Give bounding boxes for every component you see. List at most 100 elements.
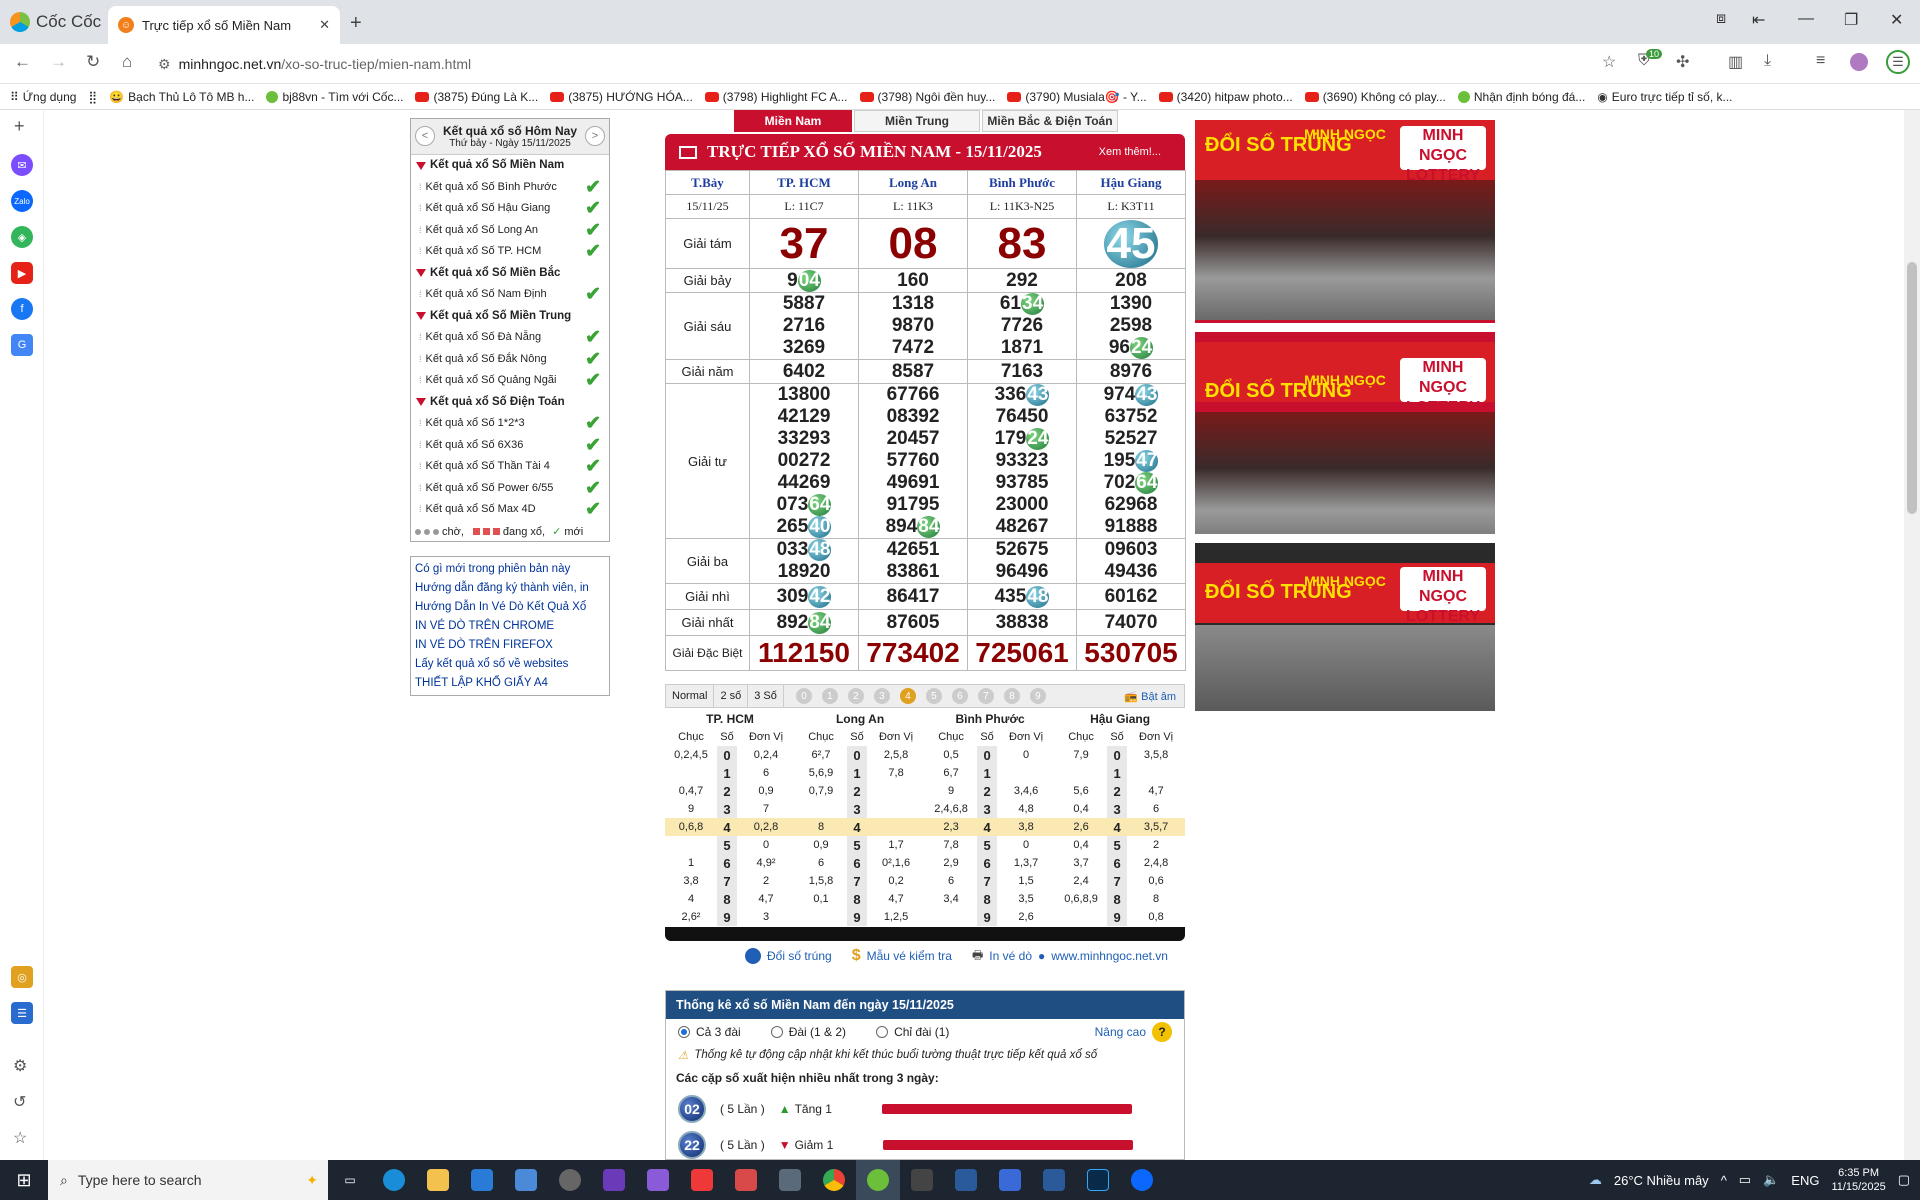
menu-item[interactable]: ⁞ Kết quả xổ Số Power 6/55 ✔: [411, 478, 609, 500]
menu-item[interactable]: ⁞ Kết quả xổ Số Max 4D ✔: [411, 499, 609, 521]
info-link[interactable]: Hướng Dẫn In Vé Dò Kết Quả Xổ: [415, 598, 605, 617]
restore-icon[interactable]: ❐: [1844, 10, 1858, 30]
photoshop-icon[interactable]: [1076, 1160, 1120, 1200]
minimize-icon[interactable]: —: [1798, 10, 1814, 28]
menu-item[interactable]: ⁞ Kết quả xổ Số Long An ✔: [411, 220, 609, 242]
download-icon[interactable]: ⤓: [1764, 52, 1771, 70]
digit-9-button[interactable]: 9: [1029, 688, 1046, 704]
app-icon[interactable]: [592, 1160, 636, 1200]
app-icon[interactable]: [1032, 1160, 1076, 1200]
split-view-icon[interactable]: ▥: [1728, 52, 1743, 72]
windows-start-icon[interactable]: ⊞: [0, 1170, 48, 1191]
digit-4-button[interactable]: 4: [899, 688, 916, 704]
menu-item[interactable]: ⁞ Kết quả xổ Số Thần Tài 4 ✔: [411, 456, 609, 478]
bookmark-item[interactable]: (3798) Ngôi đền huy...: [859, 90, 995, 104]
prev-day-icon[interactable]: <: [415, 126, 435, 146]
digit-8-button[interactable]: 8: [1003, 688, 1020, 704]
wallet-icon[interactable]: ◎: [11, 966, 33, 988]
back-icon[interactable]: ←: [14, 52, 31, 72]
menu-item[interactable]: ⁞ Kết quả xổ Số 1*2*3 ✔: [411, 413, 609, 435]
info-link[interactable]: Có gì mới trong phiên bản này: [415, 560, 605, 579]
youtube-icon[interactable]: ▶: [11, 262, 33, 284]
history-icon[interactable]: ↺: [13, 1092, 26, 1112]
tab-mien-bac[interactable]: Miền Bắc & Điện Toán: [982, 110, 1118, 132]
digit-5-button[interactable]: 5: [925, 688, 942, 704]
forward-icon[interactable]: →: [50, 52, 67, 72]
info-link[interactable]: THIẾT LẬP KHỔ GIẤY A4: [415, 674, 605, 693]
media-icon[interactable]: ≡: [1816, 52, 1825, 70]
facebook-icon[interactable]: f: [11, 298, 33, 320]
option-chi-dai-1[interactable]: Chỉ đài (1): [876, 1025, 949, 1039]
see-more-link[interactable]: Xem thêm!...: [1099, 146, 1161, 158]
menu-icon[interactable]: ☰: [1886, 50, 1910, 74]
save-icon[interactable]: [988, 1160, 1032, 1200]
notifications-icon[interactable]: ▢: [1898, 1172, 1910, 1188]
province-name[interactable]: Bình Phước: [967, 170, 1077, 195]
digit-3-button[interactable]: 3: [873, 688, 890, 704]
menu-item[interactable]: ⁞ Kết quả xổ Số Hậu Giang ✔: [411, 198, 609, 220]
bookmark-item[interactable]: (3420) hitpaw photo...: [1158, 90, 1293, 104]
clock[interactable]: 6:35 PM 11/15/2025: [1831, 1166, 1885, 1194]
app-icon[interactable]: [548, 1160, 592, 1200]
help-icon[interactable]: ?: [1152, 1022, 1172, 1042]
province-name[interactable]: Long An: [858, 170, 968, 195]
bookmark-item[interactable]: (3875) Đúng Là K...: [415, 90, 538, 104]
coccoc-taskbar-icon[interactable]: [856, 1160, 900, 1200]
network-icon[interactable]: ▭: [1739, 1172, 1751, 1188]
info-link[interactable]: IN VÉ DÒ TRÊN FIREFOX: [415, 636, 605, 655]
app-icon[interactable]: [724, 1160, 768, 1200]
file-explorer-icon[interactable]: [416, 1160, 460, 1200]
favorites-icon[interactable]: ☆: [13, 1128, 27, 1148]
digit-0-button[interactable]: 0: [795, 688, 812, 704]
menu-group[interactable]: Kết quả xổ Số Miền Nam: [411, 155, 609, 177]
bookmark-star-icon[interactable]: ☆: [1602, 52, 1616, 72]
option-ca-3-dai[interactable]: Cả 3 đài: [678, 1025, 741, 1039]
weather-text[interactable]: 26°C Nhiều mây: [1614, 1173, 1709, 1188]
app-icon[interactable]: [636, 1160, 680, 1200]
link-mau-ve[interactable]: Mẫu vé kiểm tra: [867, 949, 952, 963]
app-icon[interactable]: [900, 1160, 944, 1200]
province-name[interactable]: TP. HCM: [749, 170, 859, 195]
extensions-icon[interactable]: ✣: [1676, 52, 1689, 72]
screenshot-icon[interactable]: ⧈: [1716, 10, 1726, 28]
menu-item[interactable]: ⁞ Kết quả xổ Số Đà Nẵng ✔: [411, 327, 609, 349]
bookmark-item[interactable]: ◉ Euro trực tiếp tỉ số, k...: [1597, 90, 1732, 104]
home-icon[interactable]: ⌂: [122, 52, 132, 72]
app-icon[interactable]: [504, 1160, 548, 1200]
new-tab-icon[interactable]: +: [350, 12, 362, 35]
scrollbar-thumb[interactable]: [1907, 262, 1917, 514]
tab-mien-trung[interactable]: Miền Trung: [854, 110, 980, 132]
chrome-icon[interactable]: [812, 1160, 856, 1200]
messenger-icon[interactable]: ✉: [11, 154, 33, 176]
language-indicator[interactable]: ENG: [1791, 1173, 1819, 1188]
edge-icon[interactable]: [372, 1160, 416, 1200]
digit-2-button[interactable]: 2: [847, 688, 864, 704]
info-link[interactable]: Hướng dẫn đăng ký thành viên, in: [415, 579, 605, 598]
back-history-icon[interactable]: ⇤: [1752, 10, 1765, 30]
tab-mien-nam[interactable]: Miền Nam: [734, 110, 852, 132]
bookmark-item[interactable]: (3690) Không có play...: [1304, 90, 1446, 104]
sound-toggle[interactable]: 📻 Bật âm: [1124, 690, 1176, 703]
mode-2-so[interactable]: 2 số: [714, 685, 749, 707]
tray-chevron-icon[interactable]: ^: [1721, 1173, 1727, 1188]
translate-icon[interactable]: G: [11, 334, 33, 356]
taskbar-search[interactable]: ⌕ Type here to search ✦: [48, 1160, 328, 1200]
menu-item[interactable]: ⁞ Kết quả xổ Số Đắk Nông ✔: [411, 349, 609, 371]
bookmark-item[interactable]: bj88vn - Tìm với Cốc...: [266, 90, 403, 104]
info-link[interactable]: IN VÉ DÒ TRÊN CHROME: [415, 617, 605, 636]
province-name[interactable]: Hậu Giang: [1076, 170, 1186, 195]
menu-group[interactable]: Kết quả xổ Số Miền Trung: [411, 306, 609, 328]
digit-7-button[interactable]: 7: [977, 688, 994, 704]
menu-group[interactable]: Kết quả xổ Số Điện Toán: [411, 392, 609, 414]
volume-icon[interactable]: 🔈: [1763, 1172, 1779, 1188]
menu-item[interactable]: ⁞ Kết quả xổ Số Bình Phước ✔: [411, 177, 609, 199]
site-info-icon[interactable]: ⚙: [158, 56, 171, 73]
menu-group[interactable]: Kết quả xổ Số Miền Bắc: [411, 263, 609, 285]
close-tab-icon[interactable]: ✕: [319, 17, 330, 33]
address-bar[interactable]: ⚙ minhngoc.net.vn/xo-so-truc-tiep/mien-n…: [158, 50, 1628, 78]
next-day-icon[interactable]: >: [585, 126, 605, 146]
bookmark-item[interactable]: (3790) Musiala🎯 - Y...: [1007, 90, 1147, 104]
vivaldi-icon[interactable]: [680, 1160, 724, 1200]
task-view-icon[interactable]: ▭: [328, 1160, 372, 1200]
close-window-icon[interactable]: ✕: [1890, 10, 1903, 30]
